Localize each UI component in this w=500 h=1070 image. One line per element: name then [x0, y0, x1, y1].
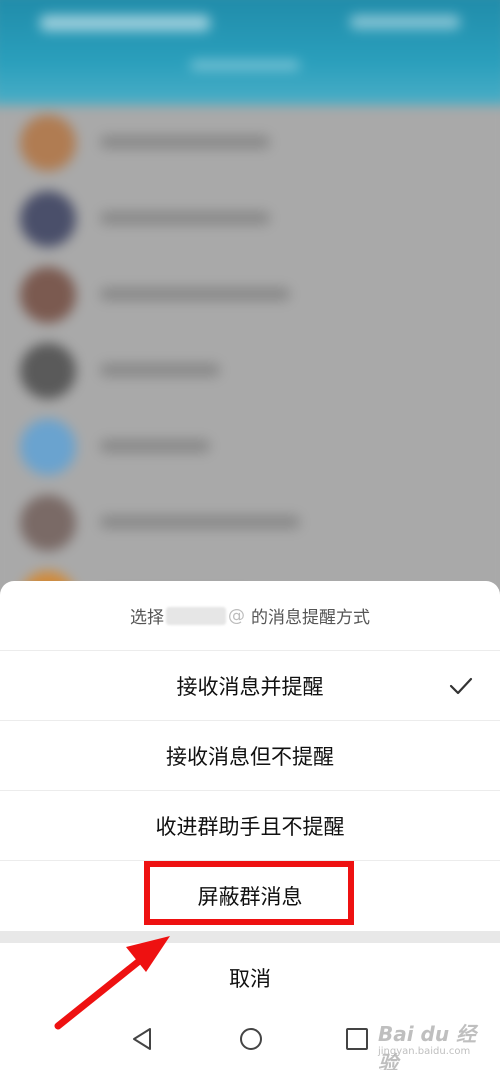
cancel-label: 取消: [229, 967, 271, 991]
watermark-sub-text: jingyan.baidu.com: [378, 1046, 471, 1057]
sheet-title-suffix: 的消息提醒方式: [251, 608, 370, 628]
sheet-title-name-tail: @: [228, 605, 245, 626]
option-receive-and-notify[interactable]: 接收消息并提醒: [0, 651, 500, 721]
sheet-divider: [0, 931, 500, 943]
option-label: 接收消息但不提醒: [166, 744, 334, 769]
cancel-button[interactable]: 取消: [0, 943, 500, 1013]
baidu-jingyan-watermark: Bai du 经验 jingyan.baidu.com: [378, 1012, 496, 1070]
background-header: [0, 0, 500, 110]
checkmark-icon: [449, 677, 473, 695]
option-label: 收进群助手且不提醒: [155, 814, 345, 839]
highlight-box-annotation: [144, 861, 354, 925]
option-label: 接收消息并提醒: [176, 674, 324, 699]
sheet-title: 选择 @ 的消息提醒方式: [0, 581, 500, 651]
sheet-title-prefix: 选择: [130, 608, 164, 628]
circle-home-icon[interactable]: [236, 1024, 266, 1054]
square-recent-icon[interactable]: [342, 1024, 372, 1054]
option-receive-no-notify[interactable]: 接收消息但不提醒: [0, 721, 500, 791]
notification-mode-sheet: 选择 @ 的消息提醒方式 接收消息并提醒 接收消息但不提醒 收进群助手且不提醒 …: [0, 581, 500, 1070]
group-name-redacted: [166, 606, 226, 625]
background-chat-list: [0, 105, 500, 627]
watermark-logo-text: Bai du 经验: [378, 1022, 477, 1070]
background-app-blurred: [0, 0, 500, 627]
triangle-back-icon[interactable]: [128, 1024, 158, 1054]
option-group-assistant-no-notify[interactable]: 收进群助手且不提醒: [0, 791, 500, 861]
